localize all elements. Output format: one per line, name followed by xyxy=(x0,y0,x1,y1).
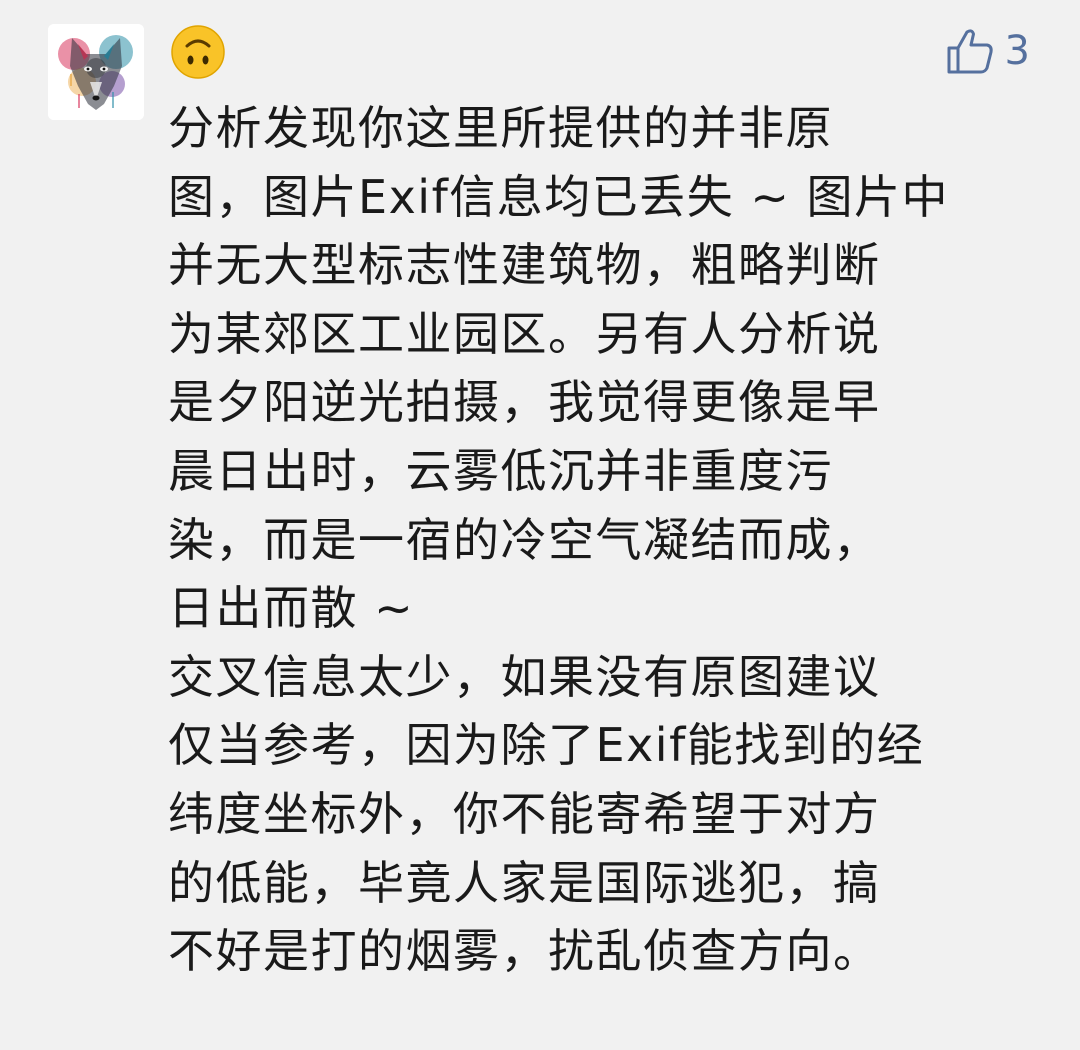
comment-line: 日出而散 ~ xyxy=(168,581,415,636)
comment-line: 是夕阳逆光拍摄，我觉得更像是早 xyxy=(168,375,881,430)
thumbs-up-icon xyxy=(947,29,993,74)
comment-line: 交叉信息太少，如果没有原图建议 xyxy=(168,649,881,704)
comment-line: 纬度坐标外，你不能寄希望于对方 xyxy=(168,786,881,841)
comment-line: 不好是打的烟雾，扰乱侦查方向。 xyxy=(168,924,881,979)
comment-line: 图，图片Exif信息均已丢失 ~ 图片中 xyxy=(168,169,950,224)
comment-line: 仅当参考，因为除了Exif能找到的经 xyxy=(168,718,925,773)
user-avatar[interactable] xyxy=(48,24,144,120)
comment-line: 的低能，毕竟人家是国际逃犯，搞 xyxy=(168,855,881,910)
like-count: 3 xyxy=(1004,28,1030,74)
comment-line: 分析发现你这里所提供的并非原 xyxy=(168,101,833,155)
comment-line: 晨日出时，云雾低沉并非重度污 xyxy=(168,443,833,498)
comment-line: 为某郊区工业园区。另有人分析说 xyxy=(168,306,881,361)
comment-item: 🙃 3 分析发现你这里所提供的并非原 图，图片Exif信息均已丢失 ~ 图片中 … xyxy=(0,0,1080,1050)
comment-header: 🙃 xyxy=(170,22,226,82)
comment-text: 分析发现你这里所提供的并非原 图，图片Exif信息均已丢失 ~ 图片中 并无大型… xyxy=(168,94,1038,986)
comment-line: 并无大型标志性建筑物，粗略判断 xyxy=(168,238,881,293)
upside-down-face-emoji-icon[interactable] xyxy=(170,24,226,80)
like-button[interactable]: 3 xyxy=(945,22,1030,80)
wolf-avatar-icon xyxy=(48,24,144,120)
comment-line: 染，而是一宿的冷空气凝结而成， xyxy=(168,512,881,567)
